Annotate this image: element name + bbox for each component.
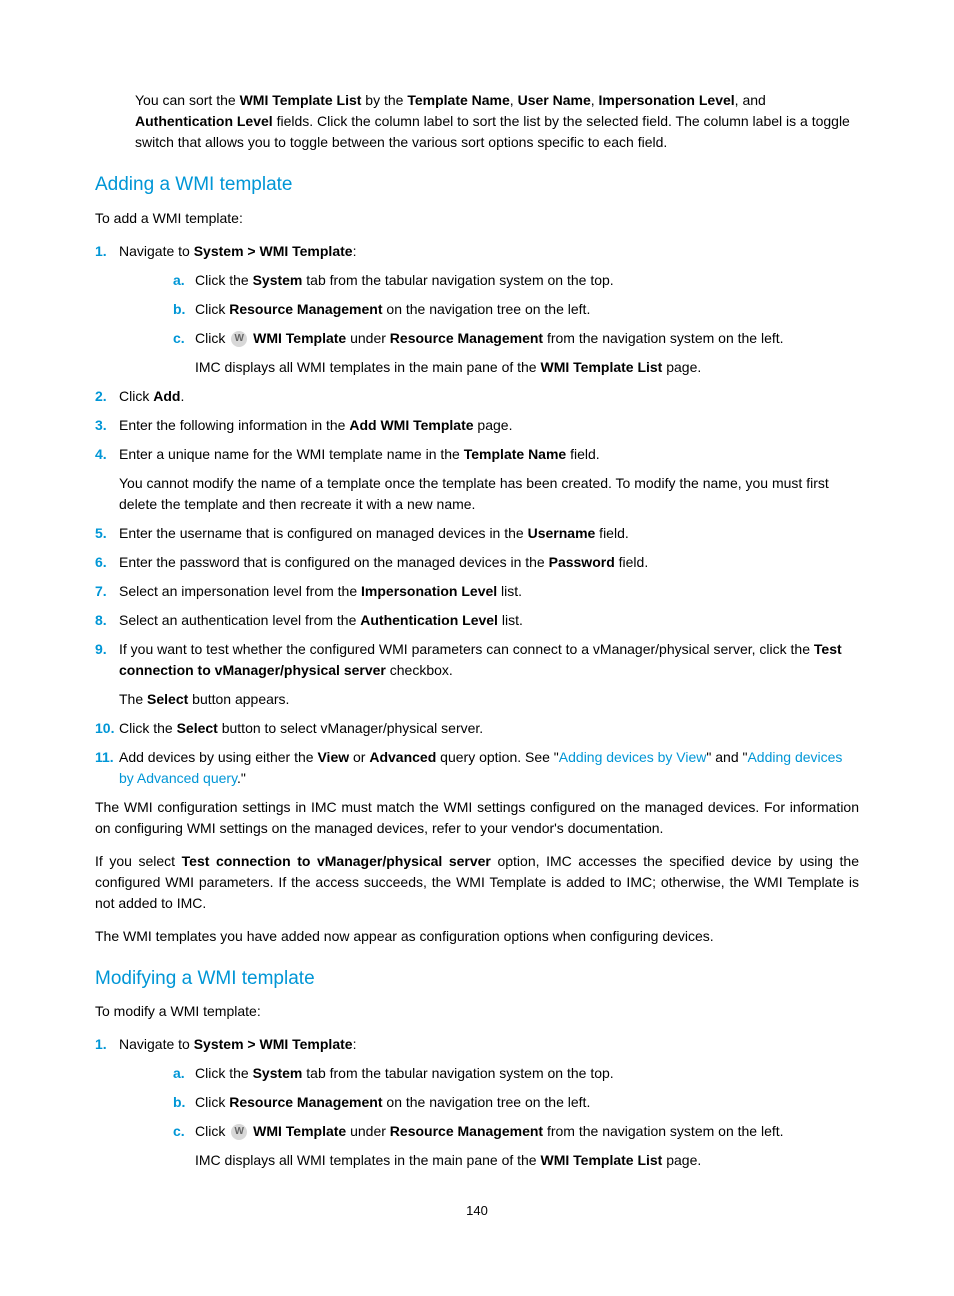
step-number: 8. [95,610,119,631]
step-text: Select an authentication level from the … [119,610,859,631]
substep-text: Click W WMI Template under Resource Mana… [195,328,859,349]
step-text: Navigate to System > WMI Template: [119,241,859,262]
step-text: Click Add. [119,386,859,407]
step-text: Enter a unique name for the WMI template… [119,444,859,465]
substep-letter: a. [173,270,195,291]
step-number: 2. [95,386,119,407]
heading-adding-wmi-template: Adding a WMI template [95,171,859,200]
step-number: 6. [95,552,119,573]
substep-letter: b. [173,1092,195,1113]
substep-text: Click Resource Management on the navigat… [195,299,859,320]
step-number: 10. [95,718,119,739]
substep-text: Click the System tab from the tabular na… [195,1063,859,1084]
step-number: 1. [95,1034,119,1055]
wmi-icon: W [231,1124,247,1140]
step-number: 1. [95,241,119,262]
substep-text: Click Resource Management on the navigat… [195,1092,859,1113]
step-text: Enter the username that is configured on… [119,523,859,544]
step-sub-text: The Select button appears. [119,689,859,710]
page-number: 140 [95,1201,859,1221]
substep-text: Click the System tab from the tabular na… [195,270,859,291]
substep-sub-text: IMC displays all WMI templates in the ma… [195,1150,859,1171]
step-number: 11. [95,747,119,789]
step-text: Click the Select button to select vManag… [119,718,859,739]
substep-letter: b. [173,299,195,320]
step-text: If you want to test whether the configur… [119,639,859,681]
substep-letter: c. [173,1121,195,1142]
step-number: 9. [95,639,119,681]
step-text: Enter the password that is configured on… [119,552,859,573]
link-adding-devices-by-view[interactable]: Adding devices by View [559,749,707,765]
step-number: 5. [95,523,119,544]
substep-letter: c. [173,328,195,349]
adding-lead: To add a WMI template: [95,208,859,229]
modifying-steps-list: 1. Navigate to System > WMI Template: a.… [95,1034,859,1171]
modifying-lead: To modify a WMI template: [95,1001,859,1022]
step-number: 4. [95,444,119,465]
step-number: 3. [95,415,119,436]
heading-modifying-wmi-template: Modifying a WMI template [95,965,859,994]
substep-sub-text: IMC displays all WMI templates in the ma… [195,357,859,378]
step-sub-text: You cannot modify the name of a template… [119,473,859,515]
step-number: 7. [95,581,119,602]
step-text: Add devices by using either the View or … [119,747,859,789]
adding-steps-list: 1. Navigate to System > WMI Template: a.… [95,241,859,789]
adding-para3: The WMI templates you have added now app… [95,926,859,947]
intro-paragraph: You can sort the WMI Template List by th… [135,90,859,153]
step-text: Select an impersonation level from the I… [119,581,859,602]
substep-text: Click W WMI Template under Resource Mana… [195,1121,859,1142]
substep-letter: a. [173,1063,195,1084]
step-text: Navigate to System > WMI Template: [119,1034,859,1055]
adding-para1: The WMI configuration settings in IMC mu… [95,797,859,839]
wmi-icon: W [231,331,247,347]
step-text: Enter the following information in the A… [119,415,859,436]
adding-para2: If you select Test connection to vManage… [95,851,859,914]
